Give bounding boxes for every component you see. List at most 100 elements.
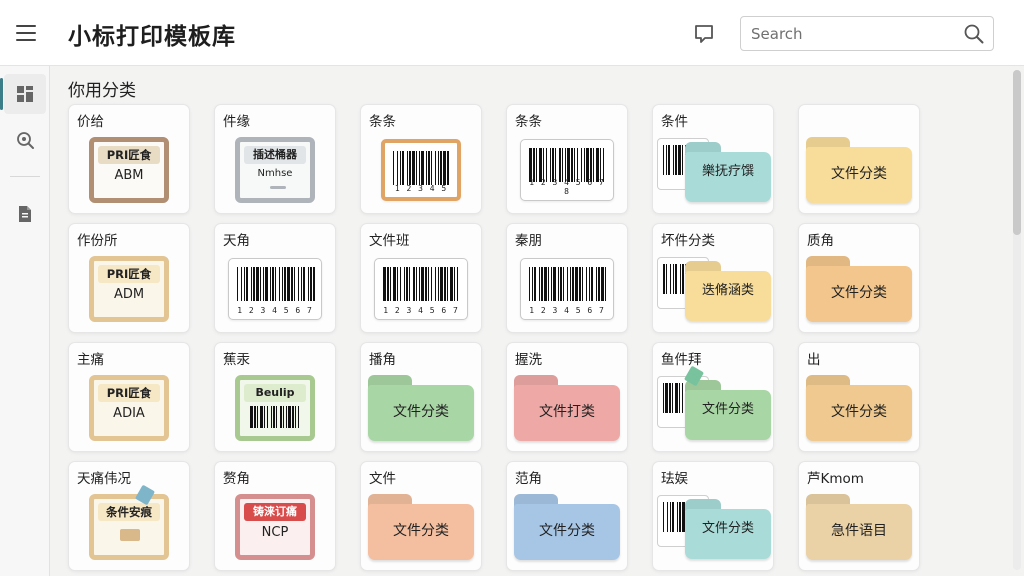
barcode-bars <box>529 266 606 301</box>
template-card[interactable]: 赘角 铸涞订痛 NCP <box>214 461 336 571</box>
tag-header: 条件安痕 <box>98 502 160 521</box>
template-card-label: 范角 <box>515 471 542 487</box>
template-card[interactable]: 握洗文件打类 <box>506 342 628 452</box>
template-card[interactable]: 芦Kmom 急件语目 <box>798 461 920 571</box>
barcode-thumbnail: 1 2 3 4 5 6 7 <box>520 257 614 320</box>
label-tag: Beulip <box>235 374 315 441</box>
search-input[interactable] <box>751 24 951 44</box>
template-card[interactable]: 鱼件拜 文件分类 <box>652 342 774 452</box>
template-card[interactable]: 条件樂抚疗馔 <box>652 104 774 214</box>
folder-icon: 急件语目 <box>806 493 912 560</box>
barcode-folder-combo: 迭脩涵类 <box>657 253 771 325</box>
mini-barcode <box>120 528 140 541</box>
barcode-digits: 1 2 3 4 5 6 7 8 <box>529 177 605 196</box>
sidebar-item-zoom[interactable] <box>4 120 46 160</box>
section-title: 你用分类 <box>68 81 136 101</box>
template-card-label: 主痛 <box>77 352 104 368</box>
template-card[interactable]: 天痛伟况 条件安痕 <box>68 461 190 571</box>
sidebar <box>0 66 50 576</box>
sidebar-item-templates[interactable] <box>0 74 46 114</box>
folder-icon: 文件打类 <box>514 374 620 441</box>
scrollbar-thumb[interactable] <box>1013 70 1021 235</box>
template-card[interactable]: 播角 文件分类 <box>360 342 482 452</box>
template-card-label: 秦朋 <box>515 233 542 249</box>
combo-thumbnail: 樂抚疗馔 <box>657 134 771 206</box>
template-card[interactable]: 价给 PRI匠食 ABM <box>68 104 190 214</box>
template-card[interactable]: 文件分类 <box>798 104 920 214</box>
template-card[interactable]: 条条 1 2 3 4 5 6 7 8 <box>506 104 628 214</box>
label-tag: PRI匠食 ABM <box>89 136 169 203</box>
template-card-label: 质角 <box>807 233 834 249</box>
barcode-bars <box>237 266 316 301</box>
tag-text: ABM <box>114 167 144 183</box>
search-icon[interactable] <box>963 23 985 45</box>
barcode-folder-combo: 文件分类 <box>657 491 771 563</box>
folder-icon: 文件分类 <box>806 255 912 322</box>
scrollbar[interactable] <box>1013 70 1021 570</box>
folder-label: 文件分类 <box>393 403 449 420</box>
template-card[interactable]: 蕉汞 Beulip <box>214 342 336 452</box>
app-title: 小标打印模板库 <box>68 24 236 50</box>
tag-line <box>270 185 286 189</box>
barcode-folder-combo: 文件分类 <box>657 365 771 444</box>
label-tag: PRI匠食 ADIA <box>89 374 169 441</box>
barcode-bars <box>529 147 605 182</box>
template-card[interactable]: 件缘 插述桶器 Nmhse <box>214 104 336 214</box>
label-tag: 插述桶器 Nmhse <box>235 136 315 203</box>
barcode-digits: 1 2 3 4 5 6 7 <box>529 305 605 315</box>
barcode-folder-combo: 樂抚疗馔 <box>657 134 771 206</box>
barcode-digits: 1 2 3 4 5 <box>394 183 448 193</box>
barcode-label: 1 2 3 4 5 6 7 <box>374 257 468 320</box>
template-card[interactable]: 作份所 PRI匠食 ADM <box>68 223 190 333</box>
folder-icon: 文件分类 <box>685 498 771 559</box>
folder-icon: 文件分类 <box>514 493 620 560</box>
folder-thumbnail: 文件分类 <box>806 255 912 322</box>
template-card[interactable]: 坏件分类 迭脩涵类 <box>652 223 774 333</box>
tag-text: ADIA <box>113 405 145 421</box>
label-tag: PRI匠食 ADM <box>89 255 169 322</box>
template-card[interactable]: 文件班 1 2 3 4 5 6 7 <box>360 223 482 333</box>
folder-label: 文件分类 <box>701 401 754 417</box>
barcode-label: 1 2 3 4 5 6 7 8 <box>520 138 614 201</box>
folder-label: 急件语目 <box>831 522 887 539</box>
tag-header: 铸涞订痛 <box>244 502 306 521</box>
folder-label: 文件分类 <box>831 165 887 182</box>
template-card[interactable]: 秦朋 1 2 3 4 5 6 7 <box>506 223 628 333</box>
template-card-label: 珐娱 <box>661 471 688 487</box>
template-card[interactable]: 天角 1 2 3 4 5 6 7 <box>214 223 336 333</box>
template-card-label: 出 <box>807 352 821 368</box>
tag-text: Nmhse <box>257 167 293 179</box>
chat-bubble-icon[interactable] <box>690 20 718 48</box>
folder-label: 文件打类 <box>539 403 595 420</box>
template-grid: 价给 PRI匠食 ABM 件缘 插述桶器 Nmhse 条条 1 2 3 4 5 条条 1 2 3 … <box>68 104 998 571</box>
folder-thumbnail: 文件分类 <box>806 374 912 441</box>
template-card[interactable]: 珐娱文件分类 <box>652 461 774 571</box>
top-bar: 小标打印模板库 <box>0 0 1024 66</box>
template-card-label: 天角 <box>223 233 250 249</box>
folder-label: 文件分类 <box>831 403 887 420</box>
template-card[interactable]: 文件 文件分类 <box>360 461 482 571</box>
folder-label: 迭脩涵类 <box>701 282 754 298</box>
template-card[interactable]: 范角 文件分类 <box>506 461 628 571</box>
folder-thumbnail: 文件分类 <box>368 493 474 560</box>
zoom-search-icon <box>17 132 34 149</box>
template-card[interactable]: 出文件分类 <box>798 342 920 452</box>
hamburger-menu-icon[interactable] <box>10 18 42 48</box>
template-card[interactable]: 主痛 PRI匠食 ADIA <box>68 342 190 452</box>
template-card-label: 赘角 <box>223 471 250 487</box>
tag-text: ADM <box>113 286 145 302</box>
search-box <box>740 16 994 51</box>
template-card[interactable]: 条条 1 2 3 4 5 <box>360 104 482 214</box>
price-tag-thumbnail: 插述桶器 Nmhse <box>235 136 315 203</box>
folder-label: 文件分类 <box>393 522 449 539</box>
folder-icon: 文件分类 <box>806 374 912 441</box>
folder-icon: 迭脩涵类 <box>685 260 771 321</box>
template-card-label: 握洗 <box>515 352 542 368</box>
barcode-digits: 1 2 3 4 5 6 7 <box>383 305 459 315</box>
template-card-label: 文件班 <box>369 233 410 249</box>
sidebar-divider <box>10 176 40 177</box>
template-card[interactable]: 质角 文件分类 <box>798 223 920 333</box>
barcode-thumbnail: 1 2 3 4 5 6 7 <box>228 257 322 320</box>
sidebar-item-documents[interactable] <box>4 194 46 234</box>
template-card-label: 条件 <box>661 114 688 130</box>
